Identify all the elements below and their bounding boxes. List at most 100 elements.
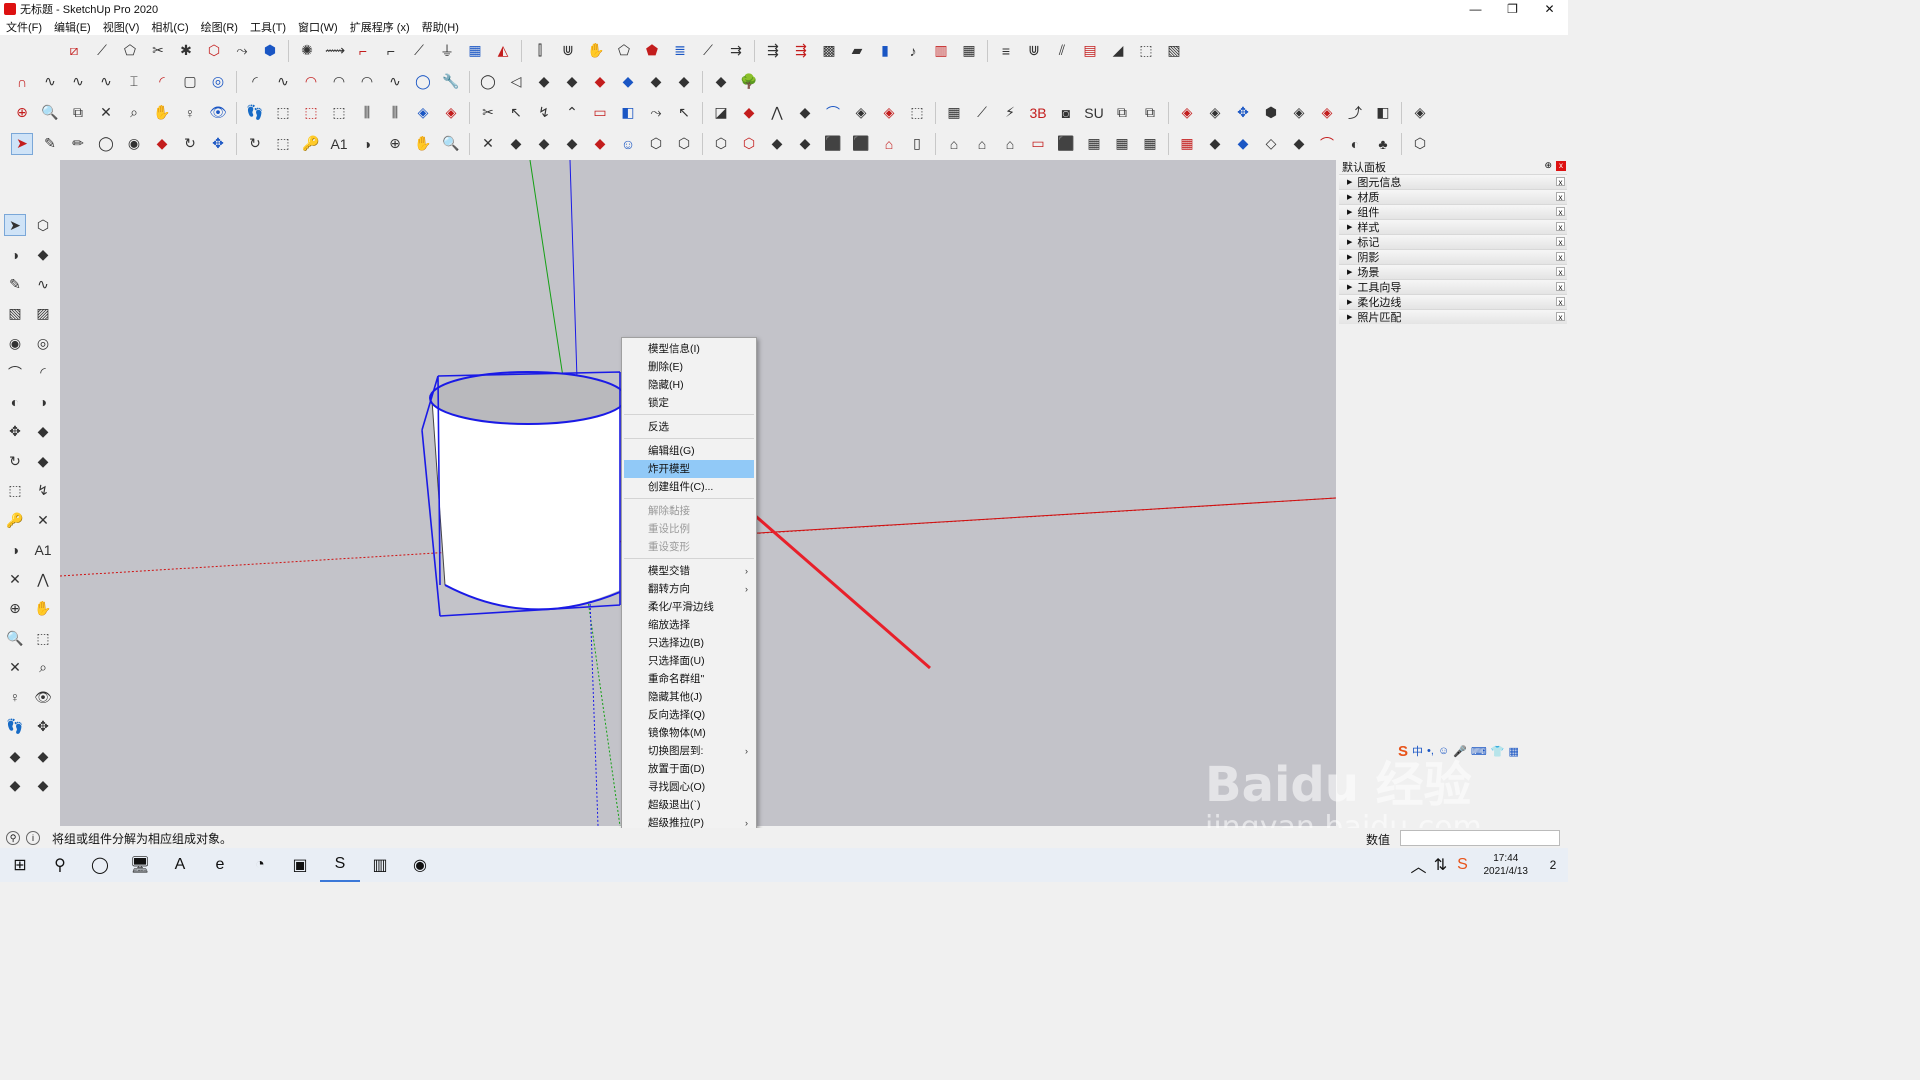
toolbar-row4-tool-13-icon[interactable]: ⊕ [384,133,406,155]
toolbar-row3-tool-24-icon[interactable]: ◪ [710,102,732,124]
toolbar-row2-tool-17-icon[interactable]: ◁ [505,71,527,93]
toolbar-row4-tool-18-icon[interactable]: ◆ [533,133,555,155]
ime-keyboard-icon[interactable]: ⌨ [1471,745,1487,758]
expand-triangle-icon[interactable]: ▶ [1347,223,1352,231]
toolbar-row1-tool-30-icon[interactable]: ▥ [930,40,952,62]
toolbar-row1-tool-26-icon[interactable]: ▩ [818,40,840,62]
left-tool-33-icon[interactable]: 👁 [32,686,54,708]
toolbar-row3-tool-35-icon[interactable]: 3B [1027,102,1049,124]
toolbar-row4-tool-26-icon[interactable]: ◆ [766,133,788,155]
toolbar-row3-tool-47-icon[interactable]: ◧ [1372,102,1394,124]
toolbar-row4-tool-32-icon[interactable]: ⌂ [943,133,965,155]
toolbar-row1-tool-28-icon[interactable]: ▮ [874,40,896,62]
tray-section-close-icon[interactable]: x [1556,252,1565,262]
toolbar-row3-tool-30-icon[interactable]: ◈ [878,102,900,124]
toolbar-row4-tool-46-icon[interactable]: ◐ [1344,133,1366,155]
toolbar-row4-tool-6-icon[interactable]: ↻ [179,133,201,155]
left-tool-28-icon[interactable]: 🔍 [4,627,26,649]
toolbar-row2-tool-23-icon[interactable]: ◆ [673,71,695,93]
toolbar-row1-tool-36-icon[interactable]: ◢ [1107,40,1129,62]
tray-expand-icon[interactable]: ︿ [1408,848,1430,882]
panel-close-button[interactable]: x [1556,161,1566,171]
left-tool-10-icon[interactable]: ⌒ [4,362,26,384]
context-menu-item[interactable]: 反选 [622,418,756,436]
toolbar-row3-tool-46-icon[interactable]: ⤴ [1344,102,1366,124]
toolbar-row4-tool-8-icon[interactable]: ↻ [244,133,266,155]
toolbar-row1-tool-22-icon[interactable]: ⟋ [697,40,719,62]
left-tool-14-icon[interactable]: ✥ [4,421,26,443]
context-menu-item[interactable]: 重命名群组" [622,670,756,688]
toolbar-row3-tool-18-icon[interactable]: ↯ [533,102,555,124]
toolbar-row2-tool-2-icon[interactable]: ∿ [67,71,89,93]
toolbar-row4-tool-19-icon[interactable]: ◆ [561,133,583,155]
left-tool-13-icon[interactable]: ◑ [32,391,54,413]
left-tool-21-icon[interactable]: ✕ [32,509,54,531]
expand-triangle-icon[interactable]: ▶ [1347,283,1352,291]
left-tool-31-icon[interactable]: ⌕ [32,657,54,679]
toolbar-row1-tool-25-icon[interactable]: ⇶ [790,40,812,62]
toolbar-row2-tool-24-icon[interactable]: ◆ [710,71,732,93]
left-tool-23-icon[interactable]: A1 [32,539,54,561]
menu-camera[interactable]: 相机(C) [151,19,188,35]
taskbar-app-5[interactable]: ▣ [280,848,320,882]
left-tool-26-icon[interactable]: ⊕ [4,598,26,620]
instructor-icon[interactable]: i [26,831,40,845]
start-button[interactable]: ⊞ [0,848,40,882]
toolbar-row4-tool-23-icon[interactable]: ⬡ [673,133,695,155]
toolbar-row3-tool-0-icon[interactable]: ⊕ [11,102,33,124]
geo-location-icon[interactable]: ⚲ [6,831,20,845]
toolbar-row1-tool-5-icon[interactable]: ⬡ [203,40,225,62]
toolbar-row3-tool-6-icon[interactable]: ♀ [179,102,201,124]
toolbar-row3-tool-37-icon[interactable]: SU [1083,102,1105,124]
toolbar-row3-tool-14-icon[interactable]: ◈ [412,102,434,124]
toolbar-row3-tool-22-icon[interactable]: ⤳ [645,102,667,124]
close-button[interactable]: ✕ [1531,0,1568,18]
left-tool-32-icon[interactable]: ♀ [4,686,26,708]
toolbar-row3-tool-25-icon[interactable]: ◆ [738,102,760,124]
toolbar-row4-tool-36-icon[interactable]: ⬛ [1055,133,1077,155]
toolbar-row2-tool-16-icon[interactable]: ◯ [477,71,499,93]
maximize-button[interactable]: ❐ [1494,0,1531,18]
toolbar-row1-tool-7-icon[interactable]: ⬢ [259,40,281,62]
toolbar-row4-tool-33-icon[interactable]: ⌂ [971,133,993,155]
toolbar-row3-tool-29-icon[interactable]: ◈ [850,102,872,124]
toolbar-row3-tool-7-icon[interactable]: 👁 [207,102,229,124]
toolbar-row4-tool-48-icon[interactable]: ⬡ [1409,133,1431,155]
left-tool-24-icon[interactable]: ✕ [4,568,26,590]
tray-section-close-icon[interactable]: x [1556,267,1565,277]
toolbar-row4-tool-10-icon[interactable]: 🔑 [300,133,322,155]
toolbar-row1-tool-24-icon[interactable]: ⇶ [762,40,784,62]
left-tool-35-icon[interactable]: ✥ [32,716,54,738]
toolbar-row1-tool-0-icon[interactable]: ⧄ [63,40,85,62]
toolbar-row3-tool-12-icon[interactable]: ⫼ [356,102,378,124]
toolbar-row3-tool-23-icon[interactable]: ↖ [673,102,695,124]
taskbar-app-browser[interactable]: e [200,848,240,882]
toolbar-row2-tool-19-icon[interactable]: ◆ [561,71,583,93]
toolbar-row3-tool-45-icon[interactable]: ◈ [1316,102,1338,124]
toolbar-row4-tool-14-icon[interactable]: ✋ [412,133,434,155]
toolbar-row1-tool-31-icon[interactable]: ▦ [958,40,980,62]
toolbar-row3-tool-36-icon[interactable]: ◙ [1055,102,1077,124]
toolbar-row2-tool-6-icon[interactable]: ▢ [179,71,201,93]
toolbar-row4-tool-11-icon[interactable]: A1 [328,133,350,155]
menu-draw[interactable]: 绘图(R) [201,19,238,35]
toolbar-row1-tool-21-icon[interactable]: ≣ [669,40,691,62]
menu-window[interactable]: 窗口(W) [298,19,338,35]
toolbar-row1-tool-4-icon[interactable]: ✱ [175,40,197,62]
context-menu-item[interactable]: 炸开模型 [624,460,754,478]
left-tool-36-icon[interactable]: ◆ [4,745,26,767]
left-tool-27-icon[interactable]: ✋ [32,598,54,620]
toolbar-row3-tool-40-icon[interactable]: ◈ [1176,102,1198,124]
toolbar-row3-tool-28-icon[interactable]: ⌒ [822,102,844,124]
toolbar-row1-tool-19-icon[interactable]: ⬠ [613,40,635,62]
taskbar-app-4[interactable]: ◔ [240,848,280,882]
toolbar-row2-tool-25-icon[interactable]: 🌳 [738,71,760,93]
ime-skin-icon[interactable]: 👕 [1491,745,1505,758]
left-tool-11-icon[interactable]: ◜ [32,362,54,384]
toolbar-row4-tool-38-icon[interactable]: ▦ [1111,133,1133,155]
toolbar-row3-tool-21-icon[interactable]: ◧ [617,102,639,124]
toolbar-row4-tool-47-icon[interactable]: ♣ [1372,133,1394,155]
toolbar-row1-tool-9-icon[interactable]: ⟿ [324,40,346,62]
toolbar-row4-tool-20-icon[interactable]: ◆ [589,133,611,155]
taskbar-app-winrar[interactable]: ▥ [360,848,400,882]
